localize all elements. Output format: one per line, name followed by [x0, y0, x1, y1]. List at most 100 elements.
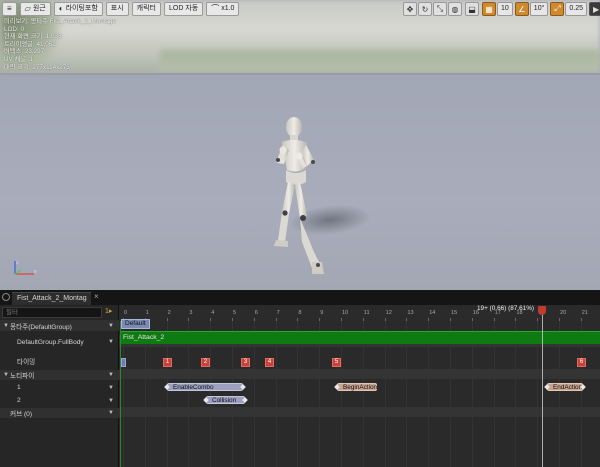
character-button[interactable]: 캐릭터 [131, 2, 161, 16]
filter-input[interactable]: 필터 [2, 307, 102, 318]
ruler-tick-label: 0 [124, 310, 128, 316]
slot-chip-default[interactable]: Default [121, 319, 150, 329]
ruler-tick-label: 13 [407, 310, 414, 316]
tree-row-montage-group[interactable]: ▼ 몽타주(DefaultGroup) ▼ [0, 320, 119, 331]
svg-text:z: z [16, 260, 19, 266]
ruler-tick-label: 1 [145, 310, 149, 316]
character-label: 캐릭터 [136, 5, 156, 12]
notify-label: Collision [212, 397, 237, 404]
scale-snap-value[interactable]: 0.25 [565, 2, 588, 16]
filter-row: 필터 1▸ [0, 307, 119, 319]
tree-row-notifies[interactable]: ▼ 노티파이 ▼ [0, 370, 119, 380]
section-marker[interactable]: 4 [265, 358, 274, 367]
translate-icon[interactable]: ✥ [403, 2, 417, 16]
viewport-options-button[interactable]: ≡ [2, 2, 17, 16]
grid-snap-value[interactable]: 10 [497, 2, 513, 16]
perspective-label: 원근 [32, 5, 46, 12]
ruler-tick-label: 8 [298, 310, 302, 316]
chevron-down-icon[interactable]: ▼ [108, 385, 114, 391]
surface-snap-icon[interactable]: ⬓ [465, 2, 479, 16]
tree-row-notify-track-2[interactable]: 2 ▼ [0, 395, 119, 406]
chevron-down-icon[interactable]: ▼ [108, 410, 114, 416]
track-notifies-header [119, 369, 600, 379]
montage-panel: Fist_Attack_2_Montag × 필터 1▸ ▼ 몽타주(Defau… [0, 290, 600, 467]
grid-snap-icon[interactable]: ▦ [482, 2, 496, 16]
notify-state-collision[interactable]: Collision [203, 396, 248, 404]
section-marker[interactable]: 1 [163, 358, 172, 367]
tree-label-curves: 커브 (0) [10, 411, 33, 418]
lit-icon: ◐ [58, 4, 64, 13]
stat-screen-size: 현재 화면 크기: 1.033 [4, 33, 62, 41]
show-button[interactable]: 표시 [105, 2, 129, 16]
chevron-down-icon[interactable]: ▼ [108, 339, 114, 345]
horizon-line [0, 73, 600, 75]
viewport-stats: 미리보기: 몽타주 Fist_Attack_2_Montage LOD: 0 현… [4, 18, 116, 71]
notify-state-enablecombo[interactable]: EnableCombo [164, 383, 246, 391]
lit-mode-button[interactable]: ◐ 라이팅포함 [53, 2, 103, 16]
tree-label-notifies: 노티파이 [10, 373, 35, 380]
axis-gizmo: z x [14, 260, 37, 275]
notify-beginaction[interactable]: BeginAction [334, 383, 377, 391]
lod-button[interactable]: LOD 자동 [163, 2, 204, 16]
notify-diamond-icon [240, 384, 246, 390]
help-icon[interactable] [2, 293, 10, 301]
notify-endaction[interactable]: EndAction [544, 383, 586, 391]
notify-diamond-icon [544, 384, 550, 390]
play-speed-button[interactable]: ⌒ x1.0 [206, 2, 240, 16]
hamburger-icon: ≡ [7, 4, 12, 13]
world-space-icon[interactable]: ◍ [448, 2, 462, 16]
expand-icon[interactable]: ▼ [3, 323, 9, 329]
ruler-tick-label: 9 [320, 310, 324, 316]
chevron-down-icon[interactable]: ▼ [108, 372, 114, 378]
tree-row-slot[interactable]: DefaultGroup.FullBody ▼ [0, 334, 119, 350]
rotate-icon[interactable]: ↻ [418, 2, 432, 16]
ruler-tick-label: 20 [560, 310, 567, 316]
ruler-tick-label: 10 [342, 310, 349, 316]
anim-segment[interactable]: Fist_Attack_2 [121, 331, 600, 344]
lod-label: LOD 자동 [168, 5, 199, 12]
section-marker[interactable]: 3 [241, 358, 250, 367]
tree-label-slot: DefaultGroup.FullBody [17, 338, 84, 346]
tree-label-timing: 타이밍 [17, 358, 36, 366]
stat-vertices: 버텍스: 23,297 [4, 48, 45, 56]
play-speed-icon: ⌒ [211, 4, 220, 13]
section-marker[interactable]: 5 [332, 358, 341, 367]
tree-label-montage-group: 몽타주(DefaultGroup) [10, 323, 72, 331]
svg-text:x: x [34, 269, 37, 275]
ruler-tick-label: 21 [581, 310, 589, 316]
montage-timeline[interactable]: 012345678910111213141516171819202122 Def… [119, 305, 600, 467]
section-start-marker[interactable] [121, 358, 126, 367]
notify-label: EnableCombo [173, 384, 214, 391]
tree-row-timing[interactable]: 타이밍 [0, 355, 119, 366]
animation-viewport[interactable]: ≡ ▱ 원근 ◐ 라이팅포함 표시 캐릭터 LOD 자동 ⌒ x1.0 ✥ ↻ … [0, 0, 600, 290]
perspective-button[interactable]: ▱ 원근 [19, 2, 51, 16]
expand-icon[interactable]: ▼ [3, 372, 9, 378]
chevron-down-icon[interactable]: ▼ [108, 398, 114, 404]
camera-speed-icon[interactable]: ▶ [589, 2, 600, 16]
notify-diamond-icon [203, 397, 209, 403]
tree-row-notify-track-1[interactable]: 1 ▼ [0, 382, 119, 393]
rotation-snap-icon[interactable]: ∠ [514, 2, 529, 16]
montage-tree: 필터 1▸ ▼ 몽타주(DefaultGroup) ▼ DefaultGroup… [0, 305, 119, 467]
ruler-tick-label: 6 [254, 310, 258, 316]
playhead-handle[interactable] [538, 306, 546, 315]
stat-preview: 미리보기: 몽타주 Fist_Attack_2_Montage [4, 18, 116, 25]
chevron-down-icon[interactable]: ▼ [108, 323, 114, 329]
notify-diamond-icon [242, 397, 248, 403]
section-marker[interactable]: 6 [577, 358, 586, 367]
background-foliage [160, 50, 600, 72]
tree-label-track-2: 2 [17, 397, 21, 404]
tree-row-curves[interactable]: 커브 (0) ▼ [0, 408, 119, 418]
close-icon[interactable]: × [94, 292, 99, 301]
section-marker[interactable]: 2 [201, 358, 210, 367]
filter-options-icon[interactable]: 1▸ [105, 307, 112, 315]
tab-montage[interactable]: Fist_Attack_2_Montag [12, 292, 91, 305]
tree-label-track-1: 1 [17, 384, 21, 391]
rotation-snap-value[interactable]: 10° [529, 2, 549, 16]
notify-diamond-icon [164, 384, 170, 390]
mannequin-character[interactable] [262, 112, 332, 284]
playhead-line [542, 313, 543, 467]
stat-approx-size: 대략 크기: 277x114x273 [4, 63, 70, 71]
scale-icon[interactable]: ⤡ [433, 2, 447, 16]
scale-snap-icon[interactable]: ⤢ [550, 2, 565, 16]
